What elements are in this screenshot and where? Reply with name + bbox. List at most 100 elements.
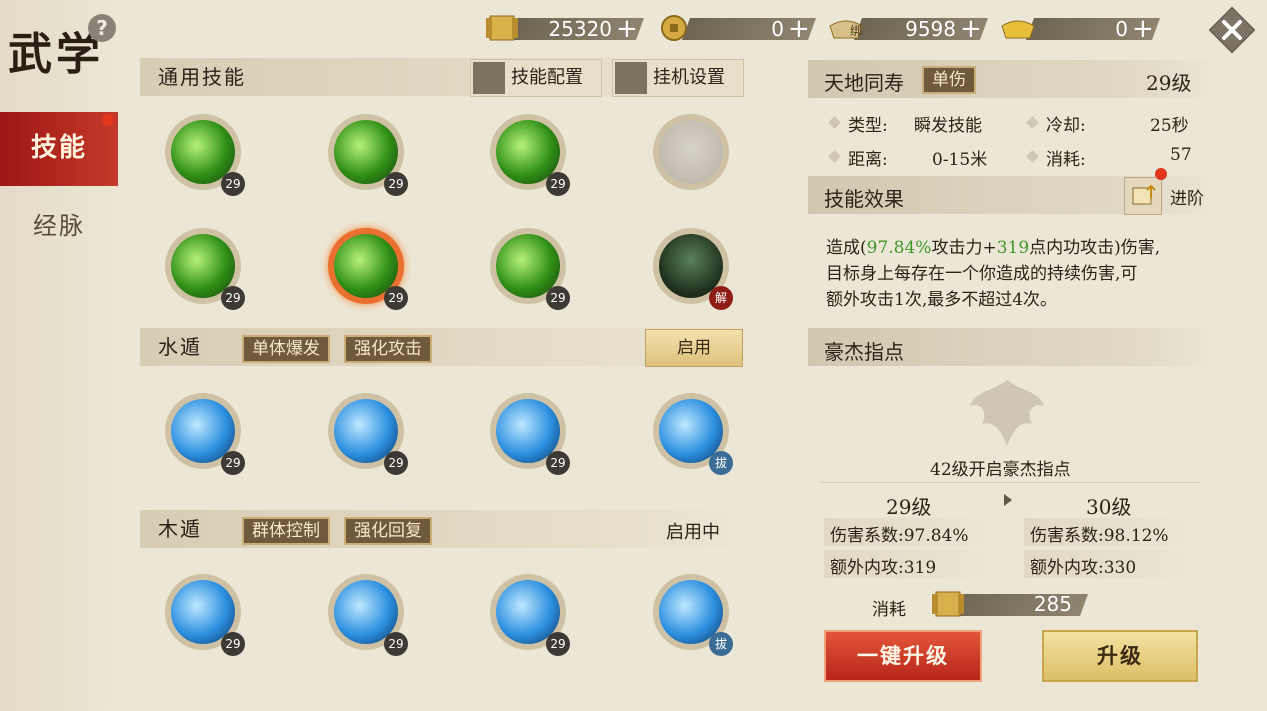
add-gold-scroll-button[interactable]: + [616,14,638,44]
copper-coin-icon [661,15,687,41]
copper-value: 0 [771,17,784,41]
type-value: 瞬发技能 [914,116,982,136]
currency-gold-ingot: 0 + [1000,14,1161,44]
add-copper-button[interactable]: + [788,14,810,44]
skill-level: 29级 [1146,71,1192,95]
skill-level-badge: 29 [384,286,408,310]
arms-raised-skill-icon[interactable]: 29 [490,228,570,310]
idle-settings-label: 挂机设置 [653,67,725,88]
currency-gold-scroll: 25320 + [484,14,645,44]
effect-percent: 97.84% [866,238,932,258]
tab-skills-label: 技能 [30,133,87,163]
wood-title: 木遁 [158,517,202,541]
gold-scroll-icon [486,15,518,41]
upgrade-cost-value: 285 [1033,592,1072,616]
add-gold-ingot-button[interactable]: + [1132,14,1154,44]
effect-line-2: 目标身上每存在一个你造成的持续伤害,可 [826,264,1138,284]
effect-flat: 319 [996,238,1030,258]
effect-line-3: 额外攻击1次,最多不超过4次。 [826,290,1058,310]
skill-level-badge: 29 [221,286,245,310]
general-skills-title: 通用技能 [158,65,246,89]
spider-skill-icon[interactable]: 29 [165,114,245,196]
skill-level-badge: 29 [546,451,570,475]
type-label: 类型: [848,116,888,136]
locked-skill-icon[interactable] [653,114,729,190]
skill-level-badge: 29 [221,172,245,196]
skill-level-badge: 29 [546,286,570,310]
scroll-upgrade-icon [1132,184,1156,205]
bullet-icon [828,116,841,129]
claw-skill-icon[interactable]: 29 [165,393,245,475]
arrow-right-icon [1004,494,1012,506]
bullet-icon [1026,150,1039,163]
water-tag-burst: 单体爆发 [242,335,330,363]
currency-copper: 0 + [656,14,817,44]
cooldown-label: 冷却: [1046,116,1086,136]
frog-skill-icon[interactable]: 29 [490,574,570,656]
bullet-icon [828,150,841,163]
hero-unlock-text: 42级开启豪杰指点 [930,460,1071,480]
palm-skill-icon[interactable]: 29 [328,393,408,475]
wood-tag-control: 群体控制 [242,517,330,545]
skull-skill-icon[interactable]: 拔 [653,393,733,475]
upgrade-button[interactable]: 升级 [1042,630,1198,682]
next-extra: 额外内攻:330 [1030,558,1137,578]
bound-badge: 绑 [850,24,863,38]
mask-skill-icon[interactable]: 拔 [653,574,733,656]
figure-skill-icon[interactable]: 29 [165,228,245,310]
help-icon[interactable]: ? [88,14,116,42]
serpent-skill-icon[interactable]: 29 [328,114,408,196]
skill-art [659,120,723,184]
lightning-skill-icon[interactable]: 29 [328,228,408,310]
gear-icon [615,62,647,94]
range-label: 距离: [848,150,888,170]
wood-tag-heal: 强化回复 [344,517,432,545]
ribcage-skill-icon[interactable]: 29 [490,393,570,475]
bound-ingot-value: 9598 [905,17,956,41]
gold-scroll-icon [932,591,964,617]
bullet-icon [1026,116,1039,129]
skill-level-badge: 29 [221,632,245,656]
skill-level-badge: 29 [384,632,408,656]
tab-meridians[interactable]: 经脉 [0,196,118,256]
gold-ingot-icon [1001,20,1035,39]
hero-guidance-title: 豪杰指点 [824,340,904,364]
current-coef: 伤害系数:97.84% [830,526,969,546]
close-icon[interactable] [1208,6,1256,54]
gear-icon [473,62,505,94]
skill-level-badge: 拔 [709,451,733,475]
next-coef: 伤害系数:98.12% [1030,526,1169,546]
skill-name: 天地同寿 [824,71,904,95]
skulls-skill-icon[interactable]: 29 [490,114,570,196]
water-tag-attack: 强化攻击 [344,335,432,363]
toad-skill-icon[interactable]: 29 [165,574,245,656]
scorpion-skill-icon[interactable]: 29 [328,574,408,656]
skill-level-badge: 29 [221,451,245,475]
idle-settings-button[interactable]: 挂机设置 [612,59,744,97]
next-level: 30级 [1086,495,1132,519]
cost-value: 57 [1170,145,1192,165]
enable-button[interactable]: 启用 [645,329,743,367]
skill-config-button[interactable]: 技能配置 [470,59,602,97]
skill-level-badge: 拔 [709,632,733,656]
gold-scroll-value: 25320 [548,17,612,41]
skill-level-badge: 解 [709,286,733,310]
skill-type-tag: 单伤 [922,66,976,94]
tab-skills[interactable]: 技能 [0,112,118,186]
effect-text: 造成( [826,238,867,258]
gold-ingot-value: 0 [1115,17,1128,41]
skill-level-badge: 29 [546,632,570,656]
water-title: 水遁 [158,335,202,359]
warrior-skill-icon[interactable]: 解 [653,228,733,310]
advance-label[interactable]: 进阶 [1170,184,1204,209]
effect-text: 攻击力+ [931,238,997,258]
one-key-upgrade-button[interactable]: 一键升级 [824,630,982,682]
current-extra: 额外内攻:319 [830,558,937,578]
range-value: 0-15米 [932,150,988,170]
advance-button[interactable] [1124,168,1167,215]
skill-level-badge: 29 [546,172,570,196]
effect-line-1: 造成(97.84%攻击力+319点内功攻击)伤害, [826,233,1160,258]
currency-bound-ingot: 绑 9598 + [828,14,989,44]
notification-dot-icon [1155,168,1167,180]
add-bound-ingot-button[interactable]: + [960,14,982,44]
